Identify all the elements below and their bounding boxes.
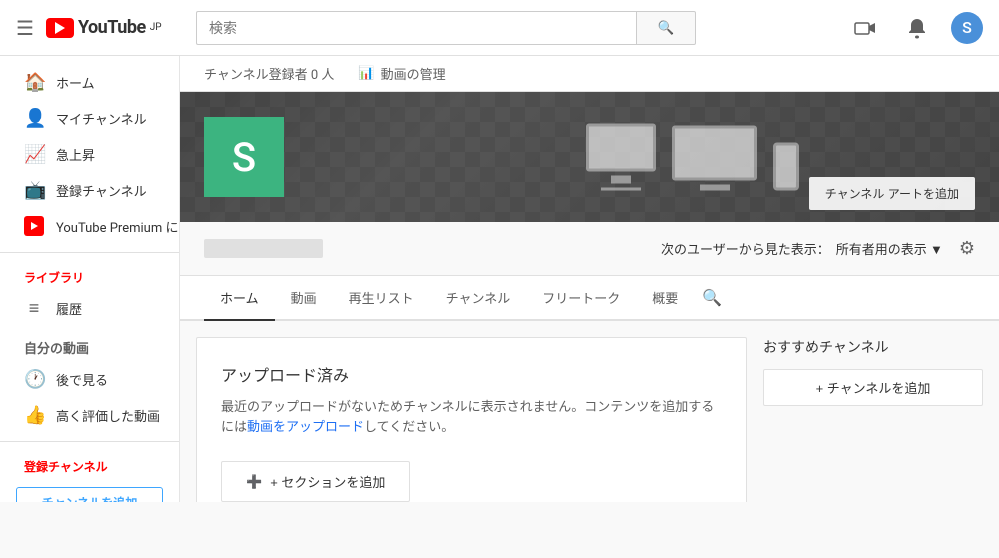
tab-playlists[interactable]: 再生リスト <box>333 276 430 321</box>
registered-channels-label: 登録チャンネル <box>0 450 179 479</box>
main-content: チャンネル登録者 0 人 📊 動画の管理 S <box>180 56 999 502</box>
tv-stand <box>700 185 730 191</box>
channel-meta-bar: チャンネル登録者 0 人 📊 動画の管理 <box>180 56 999 92</box>
tab-about[interactable]: 概要 <box>636 276 694 321</box>
view-as-dropdown[interactable]: 所有者用の表示 ▼ <box>836 239 943 258</box>
tab-search-icon[interactable]: 🔍 <box>702 288 722 307</box>
play-triangle <box>55 22 65 34</box>
monitor-device <box>586 124 656 191</box>
sidebar-item-premium[interactable]: YouTube Premium に... <box>0 208 179 244</box>
my-videos-section-label: 自分の動画 <box>0 330 179 361</box>
sidebar-item-history[interactable]: ≡ 履歴 <box>0 290 179 326</box>
logo[interactable]: YouTube JP <box>46 17 162 38</box>
upload-desc-text-2: してください。 <box>364 420 454 435</box>
manage-videos-icon: 📊 <box>358 66 374 81</box>
sidebar-item-premium-label: YouTube Premium に... <box>56 217 180 236</box>
recommended-title: おすすめチャンネル <box>763 337 983 357</box>
sidebar-item-subscriptions-label: 登録チャンネル <box>56 181 147 200</box>
sidebar-divider-2 <box>0 441 179 442</box>
library-section-label: ライブラリ <box>0 261 179 290</box>
uploaded-section: アップロード済み 最近のアップロードがないためチャンネルに表示されません。コンテ… <box>196 337 747 502</box>
bell-icon-svg <box>907 17 927 39</box>
channel-banner: S チャンネル アートを追加 <box>180 92 999 222</box>
sidebar: 🏠 ホーム 👤 マイチャンネル 📈 急上昇 📺 登録チャンネル YouTube … <box>0 56 180 502</box>
settings-gear-icon[interactable]: ⚙ <box>959 238 975 259</box>
search-icon: 🔍 <box>658 20 675 36</box>
monitor-base <box>601 188 641 191</box>
search-input[interactable] <box>196 11 636 45</box>
history-icon: ≡ <box>24 298 44 319</box>
header-right: S <box>847 10 983 46</box>
manage-videos-link[interactable]: 📊 動画の管理 <box>358 64 445 83</box>
sidebar-item-watch-later-label: 後で見る <box>56 370 108 389</box>
hamburger-menu[interactable]: ☰ <box>16 16 34 40</box>
trending-icon: 📈 <box>24 144 44 165</box>
tab-home[interactable]: ホーム <box>204 276 275 321</box>
upload-title: アップロード済み <box>221 362 722 386</box>
logo-jp: JP <box>150 22 162 33</box>
search-bar: 🔍 <box>196 11 696 45</box>
camera-icon-svg <box>854 19 876 37</box>
sidebar-item-home-label: ホーム <box>56 73 95 92</box>
sidebar-item-liked-label: 高く評価した動画 <box>56 406 160 425</box>
home-icon: 🏠 <box>24 72 44 93</box>
tab-discussion[interactable]: フリートーク <box>526 276 636 321</box>
channel-tabs: ホーム 動画 再生リスト チャンネル フリートーク 概要 🔍 <box>180 276 999 321</box>
sidebar-item-my-channel[interactable]: 👤 マイチャンネル <box>0 100 179 136</box>
notifications-icon[interactable] <box>899 10 935 46</box>
banner-avatar: S <box>204 117 284 197</box>
add-banner-button[interactable]: チャンネル アートを追加 <box>809 177 975 210</box>
manage-videos-label: 動画の管理 <box>381 64 446 83</box>
add-section-label: + セクションを追加 <box>270 472 385 491</box>
add-channel-button[interactable]: チャンネルを追加 <box>16 487 163 502</box>
add-section-button[interactable]: ➕ + セクションを追加 <box>221 461 410 502</box>
main-layout: 🏠 ホーム 👤 マイチャンネル 📈 急上昇 📺 登録チャンネル YouTube … <box>0 56 999 502</box>
channel-username <box>204 239 323 258</box>
person-icon: 👤 <box>24 108 44 129</box>
sidebar-item-subscriptions[interactable]: 📺 登録チャンネル <box>0 172 179 208</box>
upload-icon[interactable] <box>847 10 883 46</box>
tv-device <box>672 126 757 191</box>
logo-text: YouTube <box>78 17 146 38</box>
sidebar-item-my-channel-label: マイチャンネル <box>56 109 147 128</box>
sidebar-item-liked[interactable]: 👍 高く評価した動画 <box>0 397 179 433</box>
search-button[interactable]: 🔍 <box>636 11 696 45</box>
phone-device <box>773 143 799 191</box>
add-section-plus-icon: ➕ <box>246 474 262 490</box>
upload-description: 最近のアップロードがないためチャンネルに表示されません。コンテンツを追加するには… <box>221 398 722 437</box>
yt-premium-triangle <box>31 222 38 230</box>
header: ☰ YouTube JP 🔍 S <box>0 0 999 56</box>
add-recommended-channel-button[interactable]: + チャンネルを追加 <box>763 369 983 406</box>
sidebar-divider-1 <box>0 252 179 253</box>
monitor-stand <box>611 176 631 184</box>
tab-videos[interactable]: 動画 <box>275 276 333 321</box>
tv-icon: 📺 <box>24 180 44 201</box>
user-avatar[interactable]: S <box>951 12 983 44</box>
content-area: アップロード済み 最近のアップロードがないためチャンネルに表示されません。コンテ… <box>180 321 999 502</box>
subscriber-count: チャンネル登録者 0 人 <box>204 64 334 83</box>
sidebar-item-history-label: 履歴 <box>56 299 82 318</box>
channel-identity: 次のユーザーから見た表示： 所有者用の表示 ▼ ⚙ <box>180 222 999 276</box>
clock-icon: 🕐 <box>24 369 44 390</box>
monitor-screen <box>586 124 656 172</box>
yt-premium-icon <box>24 216 44 236</box>
thumbs-up-icon: 👍 <box>24 405 44 426</box>
sidebar-item-trending-label: 急上昇 <box>56 145 95 164</box>
view-as-prefix: 次のユーザーから見た表示： <box>661 239 830 258</box>
tab-channels[interactable]: チャンネル <box>430 276 527 321</box>
banner-devices <box>586 124 799 191</box>
upload-link[interactable]: 動画をアップロード <box>247 420 364 435</box>
sidebar-item-trending[interactable]: 📈 急上昇 <box>0 136 179 172</box>
youtube-logo-icon <box>46 18 74 38</box>
tv-screen <box>672 126 757 181</box>
header-left: ☰ YouTube JP <box>16 16 196 40</box>
sidebar-item-watch-later[interactable]: 🕐 後で見る <box>0 361 179 397</box>
sidebar-item-home[interactable]: 🏠 ホーム <box>0 64 179 100</box>
view-as-section: 次のユーザーから見た表示： 所有者用の表示 ▼ <box>661 239 943 258</box>
recommended-channels-section: おすすめチャンネル + チャンネルを追加 <box>763 337 983 502</box>
